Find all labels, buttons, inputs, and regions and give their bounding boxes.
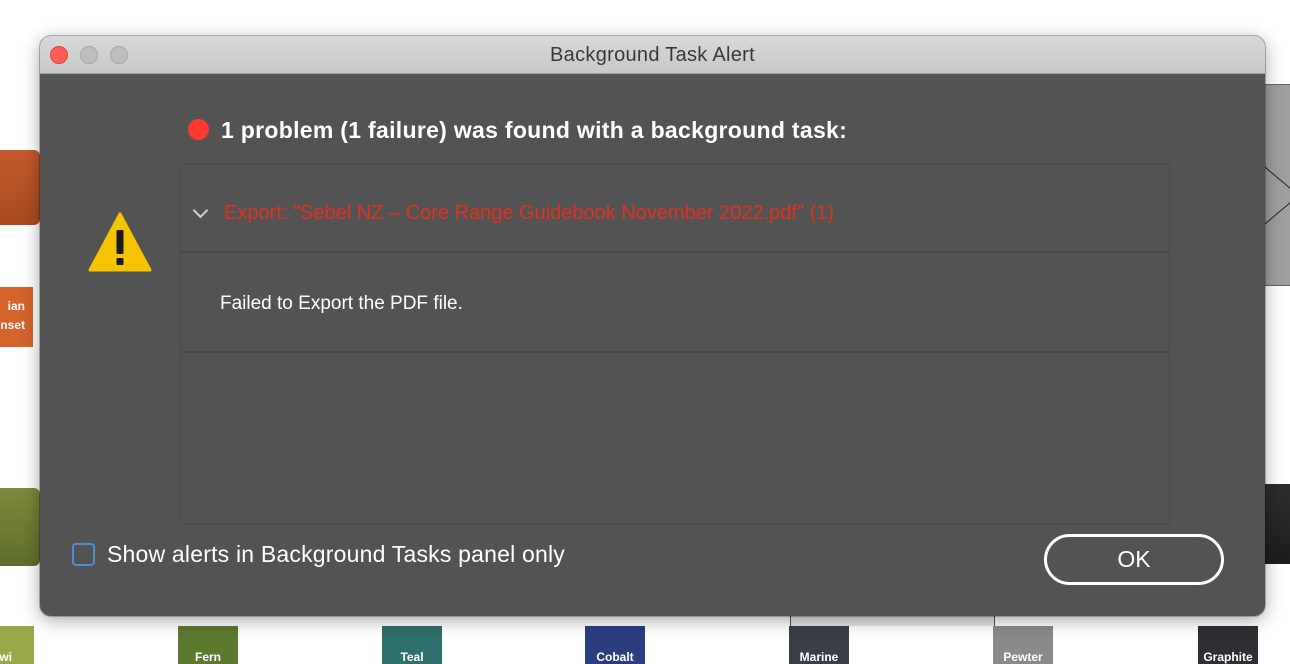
swatch-teal: Teal [382, 626, 442, 664]
swatch-graphite: Graphite [1198, 626, 1258, 664]
orange-ottoman-image [0, 150, 40, 225]
panel-only-checkbox[interactable] [72, 543, 95, 566]
problem-item[interactable]: Export: "Sebel NZ – Core Range Guidebook… [181, 165, 1169, 253]
green-ottoman-image [0, 488, 40, 566]
swatch-fern: Fern [178, 626, 238, 664]
ok-button[interactable]: OK [1044, 534, 1224, 585]
swatch-label: Teal [400, 650, 424, 664]
chevron-down-icon[interactable] [192, 202, 209, 219]
swatch-label: Pewter [1003, 650, 1043, 664]
panel-only-option[interactable]: Show alerts in Background Tasks panel on… [72, 541, 565, 568]
problem-title: Export: "Sebel NZ – Core Range Guidebook… [224, 202, 835, 224]
tag-line-2: nset [0, 318, 25, 332]
swatch-pewter: Pewter [993, 626, 1053, 664]
title-bar[interactable]: Background Task Alert [40, 36, 1265, 74]
window-title: Background Task Alert [550, 44, 755, 66]
swatch-label: iwi [0, 650, 12, 664]
problem-list: Export: "Sebel NZ – Core Range Guidebook… [180, 164, 1170, 524]
swatch-cobalt: Cobalt [585, 626, 645, 664]
problem-detail: Failed to Export the PDF file. [181, 253, 1169, 353]
alert-headline: 1 problem (1 failure) was found with a b… [188, 115, 847, 145]
alert-headline-text: 1 problem (1 failure) was found with a b… [221, 116, 848, 143]
swatch-label: Graphite [1203, 650, 1253, 664]
swatch-marine: Marine [789, 626, 849, 664]
warning-triangle-icon [88, 212, 152, 272]
swatch-label: Fern [194, 650, 221, 664]
panel-only-label[interactable]: Show alerts in Background Tasks panel on… [107, 541, 565, 568]
swatch-label: Cobalt [596, 650, 634, 664]
orange-color-tag: ian nset [0, 287, 33, 347]
swatch-label: Marine [799, 650, 839, 664]
swatch-kiwi: iwi [0, 626, 34, 664]
grey-panel-image [1262, 84, 1290, 286]
tag-line-1: ian [7, 299, 25, 313]
error-status-icon [188, 118, 209, 140]
problem-detail-text: Failed to Export the PDF file. [220, 293, 463, 314]
background-task-alert-dialog: Background Task Alert 1 problem (1 failu… [40, 36, 1265, 616]
